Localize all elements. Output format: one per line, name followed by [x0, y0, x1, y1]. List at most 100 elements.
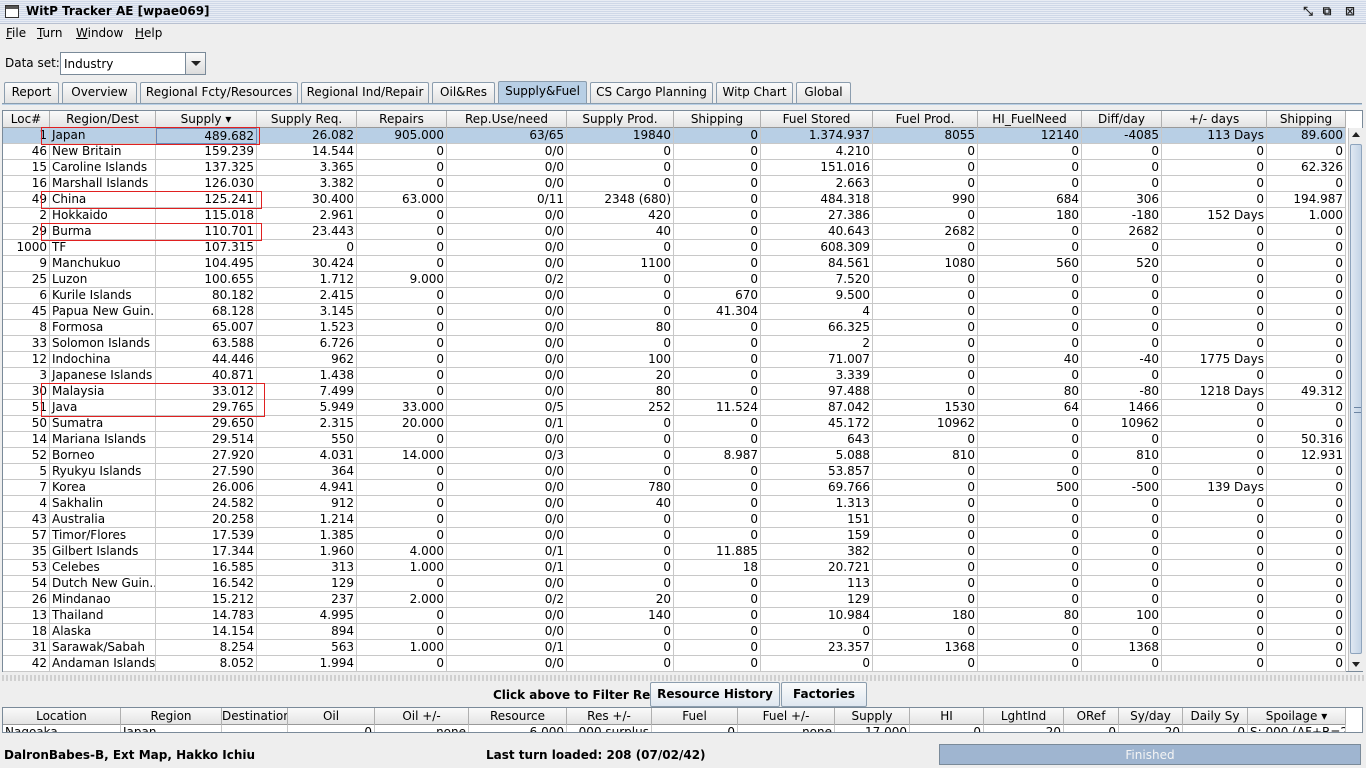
table-cell[interactable]: 0 [674, 528, 761, 544]
table-cell[interactable]: 0 [1082, 464, 1162, 480]
table-cell[interactable]: 0 [357, 320, 447, 336]
table-cell[interactable]: 180 [978, 208, 1082, 224]
table-row[interactable]: 2 Hokkaido 115.018 2.961 0 0/0 420 0 27.386 0 180-… [3, 208, 1346, 224]
table-cell[interactable]: TF [50, 240, 156, 256]
table-cell[interactable]: Hokkaido [50, 208, 156, 224]
table-cell[interactable]: 20 [567, 592, 674, 608]
table-cell[interactable]: 159 [761, 528, 873, 544]
table-cell[interactable]: Mariana Islands [50, 432, 156, 448]
table-cell[interactable]: 0 [567, 240, 674, 256]
table-cell[interactable]: 0/1 [447, 560, 567, 576]
table-cell[interactable]: 40 [567, 496, 674, 512]
table-cell[interactable]: 1775 Days [1162, 352, 1267, 368]
table-cell[interactable]: 0 [1183, 725, 1248, 732]
table-cell[interactable]: 113 [761, 576, 873, 592]
table-cell[interactable]: 7.499 [257, 384, 357, 400]
table-cell[interactable]: 0 [1082, 368, 1162, 384]
table-cell[interactable]: 18 [674, 560, 761, 576]
table-cell[interactable]: 3.365 [257, 160, 357, 176]
table-cell[interactable]: 0 [1082, 304, 1162, 320]
table-row[interactable]: 46 New Britain 159.239 14.544 0 0/0 0 0 4.210 0 0 0… [3, 144, 1346, 160]
table-cell[interactable]: 20 [1119, 725, 1183, 732]
table-cell[interactable]: 0 [674, 496, 761, 512]
table-cell[interactable]: Japan [50, 128, 156, 144]
table-cell[interactable]: 24.582 [156, 496, 257, 512]
column-header-repairs[interactable]: Repairs [357, 111, 447, 128]
bottom-column-header-location[interactable]: Location [3, 708, 121, 725]
table-cell[interactable]: Sarawak/Sabah [50, 640, 156, 656]
table-cell[interactable]: 0 [873, 528, 978, 544]
table-cell[interactable]: 1.000 [357, 560, 447, 576]
table-cell[interactable]: 26 [3, 592, 50, 608]
table-cell[interactable]: 44.446 [156, 352, 257, 368]
table-cell[interactable]: -40 [1082, 352, 1162, 368]
table-cell[interactable]: 25 [3, 272, 50, 288]
table-cell[interactable]: 113 Days [1162, 128, 1267, 144]
chevron-down-icon[interactable] [185, 53, 205, 74]
table-cell[interactable]: 0 [674, 240, 761, 256]
table-cell[interactable]: 0 [873, 544, 978, 560]
table-cell[interactable]: 6 [3, 288, 50, 304]
table-cell[interactable]: New Britain [50, 144, 156, 160]
table-cell[interactable]: 1.385 [257, 528, 357, 544]
table-cell[interactable]: 8.052 [156, 656, 257, 672]
table-cell[interactable]: 0 [567, 448, 674, 464]
table-cell[interactable]: Caroline Islands [50, 160, 156, 176]
table-cell[interactable]: -4085 [1082, 128, 1162, 144]
table-cell[interactable]: 50 [3, 416, 50, 432]
table-cell[interactable]: 0 [357, 624, 447, 640]
tab-cs-cargo-planning[interactable]: CS Cargo Planning [590, 82, 713, 103]
table-cell[interactable]: Kurile Islands [50, 288, 156, 304]
table-cell[interactable]: 0 [873, 160, 978, 176]
table-cell[interactable]: 990 [873, 192, 978, 208]
table-cell[interactable]: 0 [1267, 592, 1346, 608]
bottom-column-header-hi[interactable]: HI [910, 708, 984, 725]
table-cell[interactable]: 2348 (680) [567, 192, 674, 208]
table-cell[interactable]: 69.766 [761, 480, 873, 496]
bottom-column-header-destination[interactable]: Destination [222, 708, 288, 725]
table-cell[interactable]: 1.960 [257, 544, 357, 560]
table-cell[interactable]: 0 [1082, 432, 1162, 448]
table-cell[interactable]: 1100 [567, 256, 674, 272]
table-cell[interactable]: 1466 [1082, 400, 1162, 416]
close-icon[interactable]: ⊠ [1342, 4, 1358, 19]
table-cell[interactable]: 0 [978, 416, 1082, 432]
table-cell[interactable]: 0 [1082, 320, 1162, 336]
bottom-column-header-spoilage[interactable]: Spoilage ▾ [1248, 708, 1346, 725]
table-cell[interactable]: 0 [1162, 192, 1267, 208]
table-cell[interactable]: 139 Days [1162, 480, 1267, 496]
restore-icon[interactable]: ⤡ [1300, 4, 1316, 19]
table-cell[interactable]: 53.857 [761, 464, 873, 480]
table-row[interactable]: 43 Australia 20.258 1.214 0 0/0 0 0 151 0 0 0 0 0 [3, 512, 1346, 528]
table-cell[interactable]: 0 [1162, 640, 1267, 656]
table-cell[interactable]: 0 [357, 432, 447, 448]
table-cell[interactable]: 97.488 [761, 384, 873, 400]
table-cell[interactable]: 0 [1162, 304, 1267, 320]
table-cell[interactable]: 68.128 [156, 304, 257, 320]
table-cell[interactable]: 64 [978, 400, 1082, 416]
table-cell[interactable]: 0 [978, 592, 1082, 608]
table-cell[interactable]: 0 [1082, 544, 1162, 560]
table-cell[interactable]: 0 [567, 176, 674, 192]
table-cell[interactable]: 0/0 [447, 512, 567, 528]
table-cell[interactable]: 0 [1064, 725, 1119, 732]
table-cell[interactable]: 0 [978, 336, 1082, 352]
table-cell[interactable]: 0 [1267, 544, 1346, 560]
table-cell[interactable]: 0/2 [447, 272, 567, 288]
table-cell[interactable]: 140 [567, 608, 674, 624]
table-cell[interactable]: 0 [674, 592, 761, 608]
table-cell[interactable]: 0/0 [447, 336, 567, 352]
table-cell[interactable]: 104.495 [156, 256, 257, 272]
table-cell[interactable]: 2 [761, 336, 873, 352]
table-cell[interactable]: 912 [257, 496, 357, 512]
menu-window[interactable]: Window [76, 26, 123, 40]
table-cell[interactable]: 0 [978, 144, 1082, 160]
table-cell[interactable]: Mindanao [50, 592, 156, 608]
table-cell[interactable]: 643 [761, 432, 873, 448]
tab-supply-fuel[interactable]: Supply&Fuel [498, 81, 587, 104]
table-cell[interactable]: 151 [761, 512, 873, 528]
table-cell[interactable]: 18 [3, 624, 50, 640]
table-cell[interactable]: 0 [674, 128, 761, 144]
table-cell[interactable]: 0 [978, 640, 1082, 656]
table-cell[interactable]: Solomon Islands [50, 336, 156, 352]
